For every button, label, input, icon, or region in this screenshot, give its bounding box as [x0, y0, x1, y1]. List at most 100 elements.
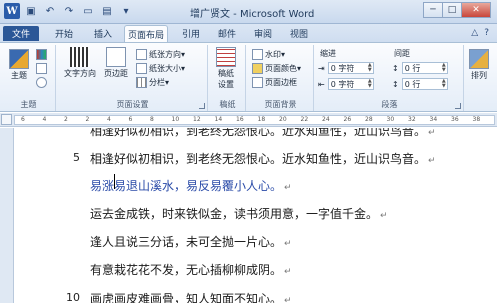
- arrange-button[interactable]: 排列: [469, 49, 489, 81]
- space-after-spinner[interactable]: ↕ 0 行 ▲ ▼: [392, 78, 448, 90]
- window-title: 增广贤文 - Microsoft Word: [190, 9, 315, 20]
- document-line[interactable]: 相逢好似初相识，到老终无怨恨心。近水知鱼性，近山识鸟音。 ↵: [90, 128, 436, 139]
- page-color-button[interactable]: 页面颜色 ▾: [252, 63, 301, 74]
- document-line[interactable]: 逢人且说三分话，未可全抛一片心。 ↵: [90, 233, 292, 250]
- tab-mailings[interactable]: 邮件: [212, 25, 242, 42]
- ruler-number: 18: [257, 116, 266, 123]
- theme-colors-button[interactable]: [36, 49, 49, 60]
- paragraph-mark: ↵: [284, 267, 292, 277]
- text-direction-button[interactable]: 文字方向: [64, 47, 96, 79]
- paragraph-mark: ↵: [380, 211, 388, 221]
- redo-icon[interactable]: ↷: [61, 3, 77, 19]
- columns-icon: [136, 77, 147, 88]
- document-area[interactable]: 相逢好似初相识，到老终无怨恨心。近水知鱼性，近山识鸟音。 ↵ 5 相逢好似初相识，到老…: [0, 128, 497, 303]
- quick-access-toolbar: W ▣ ↶ ↷ ▭ ▤ ▾: [4, 3, 134, 19]
- line-text: 逢人且说三分话，未可全抛一片心。: [90, 235, 283, 249]
- open-icon[interactable]: ▤: [99, 3, 115, 19]
- line-text: 有意栽花花不发，无心插柳柳成阴。: [90, 263, 283, 277]
- paragraph-mark: ↵: [284, 239, 292, 249]
- margins-icon: [106, 47, 126, 67]
- tab-selector[interactable]: [1, 114, 12, 125]
- minimize-button[interactable]: ─: [423, 2, 443, 18]
- text-direction-icon: [70, 47, 90, 67]
- page-border-icon: [252, 77, 263, 88]
- theme-effects-button[interactable]: [36, 77, 49, 88]
- line-text: 易涨易退山溪水，易反易覆小人心。: [90, 179, 283, 193]
- document-line[interactable]: 相逢好似初相识，到老终无怨恨心。近水知鱼性，近山识鸟音。 ↵: [90, 150, 436, 167]
- themes-button[interactable]: 主题: [9, 49, 29, 81]
- indent-right-icon: ⇤: [318, 79, 325, 89]
- tab-home[interactable]: 开始: [48, 25, 80, 42]
- ruler-number: 12: [193, 116, 201, 123]
- fonts-icon: [36, 63, 47, 74]
- undo-icon[interactable]: ↶: [42, 3, 58, 19]
- size-button[interactable]: 纸张大小 ▾: [136, 63, 185, 74]
- columns-button[interactable]: 分栏 ▾: [136, 77, 169, 88]
- page-size-icon: [136, 63, 147, 74]
- document-line[interactable]: 易涨易退山溪水，易反易覆小人心。 ↵: [90, 177, 292, 194]
- orientation-button[interactable]: 纸张方向 ▾: [136, 49, 185, 60]
- themes-icon: [9, 49, 29, 69]
- ruler-number: 6: [128, 116, 133, 123]
- tab-view[interactable]: 视图: [284, 25, 314, 42]
- ruler-scale[interactable]: 6 4 2 2 4 6 8 10 12 14 16 18 20 22 24 26 28 30 32 34 36 38: [14, 115, 495, 125]
- paragraph-dialog-launcher[interactable]: [455, 103, 461, 109]
- minimize-ribbon-icon[interactable]: △: [471, 28, 478, 38]
- ribbon-tabs: 文件 开始 插入 页面布局 引用 邮件 审阅 视图 △ ?: [0, 24, 497, 42]
- line-text: 画虎画皮难画骨，知人知面不知心。: [90, 292, 283, 303]
- paragraph-mark: ↵: [428, 128, 436, 138]
- ruler-number: 38: [472, 116, 481, 123]
- title-bar: W ▣ ↶ ↷ ▭ ▤ ▾ 增广贤文 - Microsoft Word ─ □ …: [0, 0, 497, 24]
- line-text: 运去金成铁，时来铁似金，读书须用意，一字值千金。: [90, 207, 379, 221]
- draft-paper-button[interactable]: 稿纸 设置: [216, 47, 236, 90]
- ruler-number: 32: [408, 116, 416, 123]
- page-border-button[interactable]: 页面边框: [252, 77, 297, 88]
- space-before-spinner[interactable]: ↕ 0 行 ▲ ▼: [392, 62, 448, 74]
- save-icon[interactable]: ▣: [23, 3, 39, 19]
- group-label-page-bg: 页面背景: [264, 100, 297, 109]
- space-before-icon: ↕: [392, 63, 399, 73]
- vertical-ruler: [0, 128, 14, 303]
- indent-right-spinner[interactable]: ⇤ 0 字符 ▲ ▼: [318, 78, 374, 90]
- tab-page-layout[interactable]: 页面布局: [124, 25, 168, 42]
- customize-icon[interactable]: ▾: [118, 3, 134, 19]
- word-icon[interactable]: W: [4, 3, 20, 19]
- close-button[interactable]: ✕: [461, 2, 491, 18]
- new-doc-icon[interactable]: ▭: [80, 3, 96, 19]
- ruler-number: 30: [386, 116, 395, 123]
- paragraph-mark: ↵: [428, 156, 436, 166]
- ruler-number: 20: [279, 116, 287, 123]
- ruler-number: 36: [451, 116, 459, 123]
- colors-icon: [36, 49, 47, 60]
- help-icon[interactable]: ?: [484, 28, 489, 38]
- line-number: 10: [66, 291, 80, 303]
- ruler-number: 6: [21, 116, 25, 123]
- ruler-number: 28: [365, 116, 373, 123]
- ruler-number: 4: [107, 116, 111, 123]
- ruler-number: 22: [300, 116, 309, 123]
- group-page-setup: 文字方向 页边距 纸张方向 ▾ 纸张大小 ▾ 分栏 ▾ 页面设置: [58, 45, 208, 111]
- margins-button[interactable]: 页边距: [104, 47, 128, 79]
- tab-file[interactable]: 文件: [3, 26, 39, 41]
- indent-label: 缩进: [320, 49, 336, 58]
- paragraph-mark: ↵: [284, 296, 292, 303]
- watermark-button[interactable]: 水印 ▾: [252, 49, 285, 60]
- theme-fonts-button[interactable]: [36, 63, 49, 74]
- document-line[interactable]: 运去金成铁，时来铁似金，读书须用意，一字值千金。 ↵: [90, 205, 388, 222]
- effects-icon: [36, 77, 47, 88]
- document-line[interactable]: 画虎画皮难画骨，知人知面不知心。 ↵: [90, 290, 292, 303]
- watermark-icon: [252, 49, 263, 60]
- ruler-number: 16: [236, 116, 244, 123]
- tab-insert[interactable]: 插入: [88, 25, 118, 42]
- ruler-number: 4: [42, 116, 47, 123]
- arrange-icon: [469, 49, 489, 69]
- spacing-label: 间距: [394, 49, 410, 58]
- tab-references[interactable]: 引用: [176, 25, 206, 42]
- indent-left-icon: ⇥: [318, 63, 325, 73]
- tab-review[interactable]: 审阅: [248, 25, 278, 42]
- page-setup-dialog-launcher[interactable]: [199, 103, 205, 109]
- maximize-button[interactable]: □: [442, 2, 462, 18]
- indent-left-spinner[interactable]: ⇥ 0 字符 ▲ ▼: [318, 62, 374, 74]
- ribbon-right-controls: △ ?: [471, 28, 489, 38]
- document-line[interactable]: 有意栽花花不发，无心插柳柳成阴。 ↵: [90, 261, 292, 278]
